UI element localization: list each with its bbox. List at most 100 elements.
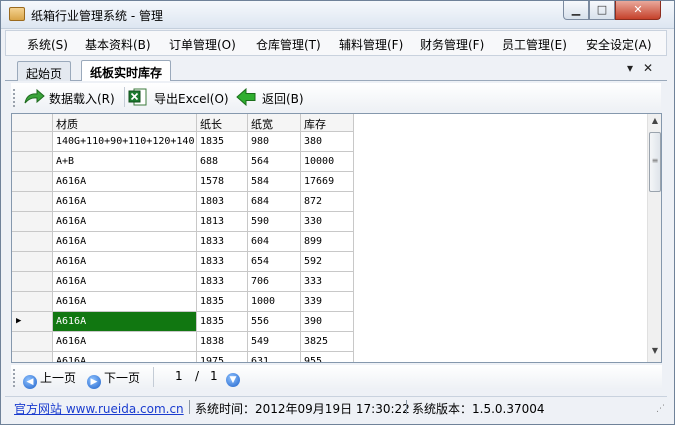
menu-warehouse-management[interactable]: 仓库管理(T) xyxy=(256,36,321,53)
material-cell[interactable]: A+B xyxy=(53,152,197,172)
grid-corner-header[interactable] xyxy=(12,114,53,132)
table-row[interactable]: A616A 1803 684 872 xyxy=(12,192,354,212)
go-page-button[interactable]: ▼ xyxy=(226,369,243,387)
length-cell[interactable]: 1838 xyxy=(197,332,248,352)
width-cell[interactable]: 1000 xyxy=(248,292,301,312)
material-cell[interactable]: A616A xyxy=(53,312,197,332)
toolbar-grip[interactable] xyxy=(13,89,16,107)
material-cell[interactable]: A616A xyxy=(53,172,197,192)
stock-cell[interactable]: 339 xyxy=(301,292,354,312)
menu-finance-management[interactable]: 财务管理(F) xyxy=(420,36,484,53)
current-row-pointer-icon[interactable]: ▶ xyxy=(12,312,53,332)
stock-cell[interactable]: 17669 xyxy=(301,172,354,192)
column-header[interactable]: 材质 xyxy=(53,114,197,132)
column-header[interactable]: 库存 xyxy=(301,114,354,132)
title-bar[interactable]: 纸箱行业管理系统 - 管理 ▁ □ ✕ xyxy=(1,1,674,29)
stock-cell[interactable]: 330 xyxy=(301,212,354,232)
menu-system[interactable]: 系统(S) xyxy=(27,36,68,53)
pager-grip[interactable] xyxy=(13,369,16,387)
grid-body[interactable]: 材质 纸长 纸宽 库存 140G+110+90+110+120+140 1835 980 38… xyxy=(12,114,647,362)
table-row[interactable]: A+B 688 564 10000 xyxy=(12,152,354,172)
website-link[interactable]: 官方网站 www.rueida.com.cn xyxy=(14,400,184,417)
stock-cell[interactable]: 380 xyxy=(301,132,354,152)
length-cell[interactable]: 688 xyxy=(197,152,248,172)
length-cell[interactable]: 1835 xyxy=(197,292,248,312)
menu-materials-management[interactable]: 辅料管理(F) xyxy=(339,36,403,53)
material-cell[interactable]: A616A xyxy=(53,332,197,352)
prev-page-button[interactable]: ◀ 上一页 xyxy=(23,369,76,389)
column-header[interactable]: 纸长 xyxy=(197,114,248,132)
load-data-button[interactable]: 数据载入(R) xyxy=(23,86,123,108)
length-cell[interactable]: 1833 xyxy=(197,232,248,252)
resize-grip-icon[interactable]: ⋰ xyxy=(656,404,665,414)
width-cell[interactable]: 584 xyxy=(248,172,301,192)
table-row[interactable]: A616A 1813 590 330 xyxy=(12,212,354,232)
material-cell[interactable]: 140G+110+90+110+120+140 xyxy=(53,132,197,152)
width-cell[interactable]: 564 xyxy=(248,152,301,172)
material-cell[interactable]: A616A xyxy=(53,272,197,292)
material-cell[interactable]: A616A xyxy=(53,352,197,362)
table-row[interactable]: A616A 1578 584 17669 xyxy=(12,172,354,192)
stock-cell[interactable]: 333 xyxy=(301,272,354,292)
table-row[interactable]: A616A 1833 706 333 xyxy=(12,272,354,292)
scroll-thumb[interactable]: ≡ xyxy=(649,132,661,192)
minimize-button[interactable]: ▁ xyxy=(563,1,589,20)
row-header[interactable] xyxy=(12,332,53,352)
stock-cell[interactable]: 3825 xyxy=(301,332,354,352)
tab-start-page[interactable]: 起始页 xyxy=(17,61,72,81)
table-row[interactable]: A616A 1835 1000 339 xyxy=(12,292,354,312)
width-cell[interactable]: 706 xyxy=(248,272,301,292)
vertical-scrollbar[interactable]: ▲ ≡ ▼ xyxy=(647,114,661,362)
menu-security-settings[interactable]: 安全设定(A) xyxy=(586,36,652,53)
width-cell[interactable]: 549 xyxy=(248,332,301,352)
scroll-down-icon[interactable]: ▼ xyxy=(649,346,661,360)
stock-cell[interactable]: 390 xyxy=(301,312,354,332)
maximize-button[interactable]: □ xyxy=(589,1,615,20)
menu-staff-management[interactable]: 员工管理(E) xyxy=(502,36,567,53)
current-page-input[interactable]: 1 xyxy=(175,369,183,383)
length-cell[interactable]: 1578 xyxy=(197,172,248,192)
width-cell[interactable]: 980 xyxy=(248,132,301,152)
width-cell[interactable]: 556 xyxy=(248,312,301,332)
stock-cell[interactable]: 899 xyxy=(301,232,354,252)
length-cell[interactable]: 1803 xyxy=(197,192,248,212)
column-header[interactable]: 纸宽 xyxy=(248,114,301,132)
material-cell[interactable]: A616A xyxy=(53,232,197,252)
row-header[interactable] xyxy=(12,232,53,252)
menu-order-management[interactable]: 订单管理(O) xyxy=(169,36,236,53)
stock-cell[interactable]: 955 xyxy=(301,352,354,362)
close-button[interactable]: ✕ xyxy=(615,1,661,20)
width-cell[interactable]: 604 xyxy=(248,232,301,252)
row-header[interactable] xyxy=(12,172,53,192)
table-row[interactable]: ▶ A616A 1835 556 390 xyxy=(12,312,354,332)
table-row[interactable]: A616A 1833 604 899 xyxy=(12,232,354,252)
row-header[interactable] xyxy=(12,192,53,212)
menu-basic-data[interactable]: 基本资料(B) xyxy=(85,36,151,53)
length-cell[interactable]: 1835 xyxy=(197,312,248,332)
scroll-up-icon[interactable]: ▲ xyxy=(649,116,661,130)
row-header[interactable] xyxy=(12,292,53,312)
length-cell[interactable]: 1835 xyxy=(197,132,248,152)
export-excel-button[interactable]: 导出Excel(O) xyxy=(128,86,229,108)
stock-cell[interactable]: 592 xyxy=(301,252,354,272)
material-cell[interactable]: A616A xyxy=(53,292,197,312)
next-page-button[interactable]: ▶ 下一页 xyxy=(87,369,140,389)
table-row[interactable]: 140G+110+90+110+120+140 1835 980 380 xyxy=(12,132,354,152)
width-cell[interactable]: 684 xyxy=(248,192,301,212)
row-header[interactable] xyxy=(12,272,53,292)
length-cell[interactable]: 1813 xyxy=(197,212,248,232)
row-header[interactable] xyxy=(12,212,53,232)
table-row[interactable]: A616A 1975 631 955 xyxy=(12,352,354,362)
material-cell[interactable]: A616A xyxy=(53,252,197,272)
material-cell[interactable]: A616A xyxy=(53,192,197,212)
row-header[interactable] xyxy=(12,252,53,272)
row-header[interactable] xyxy=(12,152,53,172)
back-button[interactable]: 返回(B) xyxy=(236,86,306,108)
width-cell[interactable]: 654 xyxy=(248,252,301,272)
width-cell[interactable]: 631 xyxy=(248,352,301,362)
row-header[interactable] xyxy=(12,132,53,152)
row-header[interactable] xyxy=(12,352,53,362)
length-cell[interactable]: 1975 xyxy=(197,352,248,362)
material-cell[interactable]: A616A xyxy=(53,212,197,232)
tab-board-inventory[interactable]: 纸板实时库存 xyxy=(81,60,172,81)
